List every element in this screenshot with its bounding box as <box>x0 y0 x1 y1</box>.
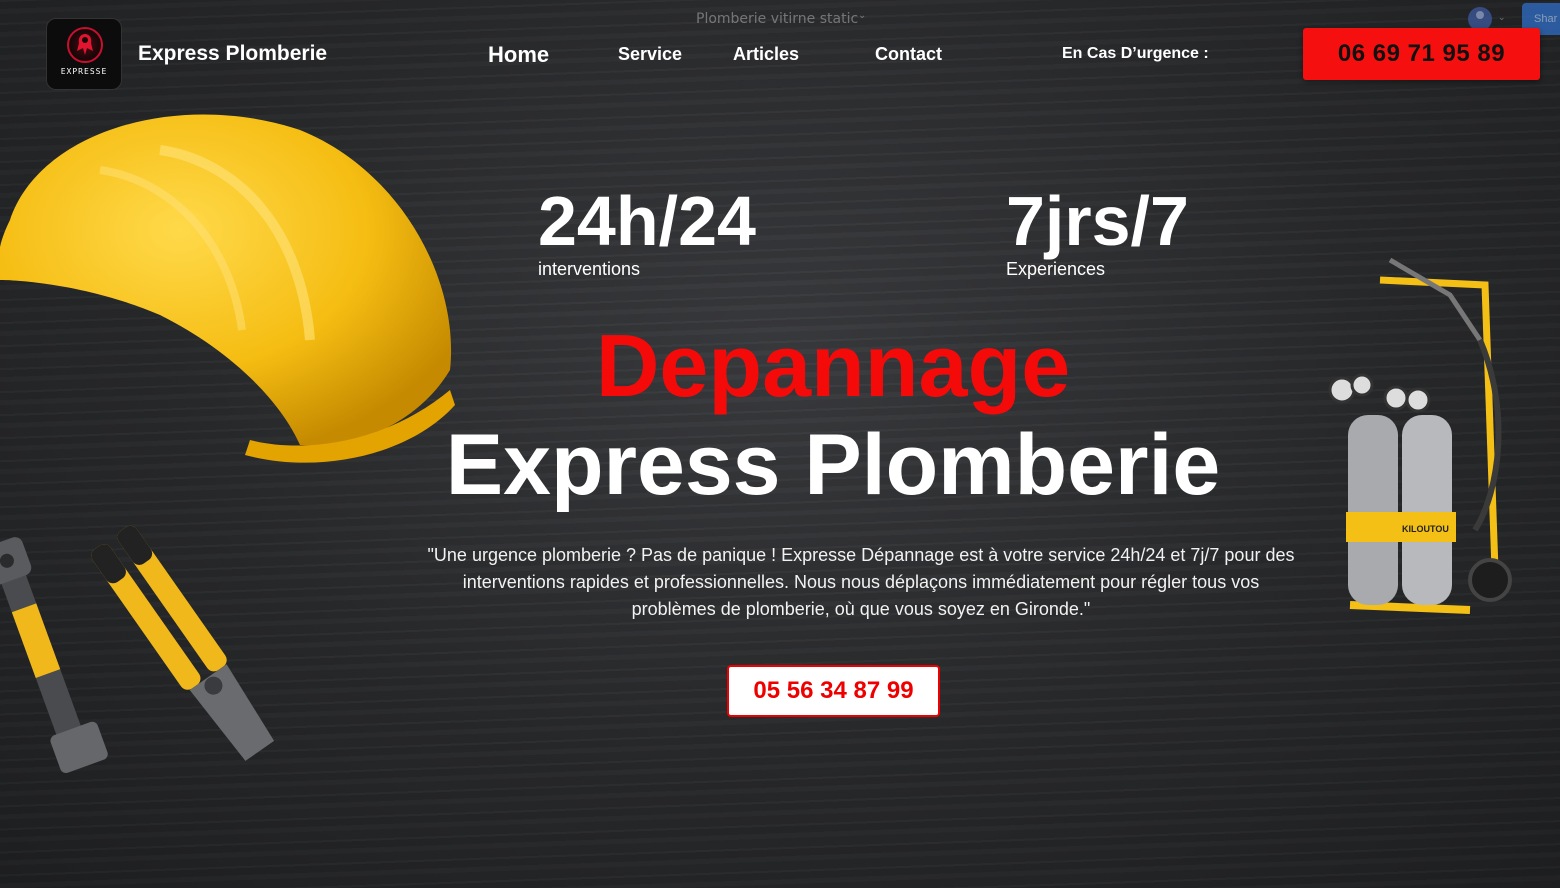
plumber-logo-icon <box>67 27 103 63</box>
chevron-down-icon[interactable]: ⌄ <box>858 10 866 21</box>
nav-contact[interactable]: Contact <box>875 44 942 65</box>
stat-label: Experiences <box>1006 259 1106 279</box>
urgence-label: En Cas D’urgence : <box>1062 45 1209 62</box>
logo[interactable]: EXPRESSE <box>46 18 122 90</box>
chevron-down-icon[interactable]: ⌄ <box>1498 12 1506 23</box>
torch-brand-label: KILOUTOU <box>1402 524 1449 534</box>
hard-hat-image <box>0 114 455 463</box>
stat-value: 24h/24 <box>538 182 756 260</box>
stat-label: interventions <box>538 259 641 279</box>
call-phone-button[interactable]: 05 56 34 87 99 <box>727 665 940 717</box>
hero-description: "Une urgence plomberie ? Pas de panique … <box>427 545 1295 619</box>
nav-service[interactable]: Service <box>618 44 682 65</box>
stat-value: 7jrs/7 <box>1006 182 1189 260</box>
editor-page-title[interactable]: Plomberie vitirne static <box>696 11 858 27</box>
logo-text: EXPRESSE <box>60 67 108 76</box>
nav-home[interactable]: Home <box>488 42 549 68</box>
wrench-and-pliers-image <box>0 525 275 774</box>
hero-title-red: Depannage <box>595 316 1071 415</box>
hero-title-white: Express Plomberie <box>445 417 1221 513</box>
brand-name[interactable]: Express Plomberie <box>138 42 327 66</box>
urgent-phone-button[interactable]: 06 69 71 95 89 <box>1303 28 1540 80</box>
nav-articles[interactable]: Articles <box>733 44 799 65</box>
